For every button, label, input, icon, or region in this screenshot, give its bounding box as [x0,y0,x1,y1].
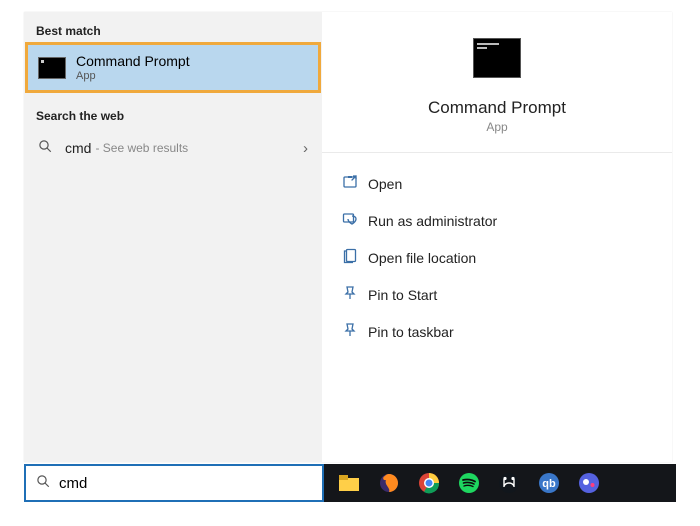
taskbar-qbittorrent-icon[interactable]: qb [538,472,560,494]
taskbar-spotify-icon[interactable] [458,472,480,494]
shield-admin-icon [342,211,368,230]
search-web-section-label: Search the web [24,105,322,127]
best-match-subtitle: App [76,70,190,82]
search-results-panel: Best match Command Prompt App Search the… [24,12,672,462]
preview-header: Command Prompt App [322,12,672,153]
preview-column: Command Prompt App Open Run as administr… [322,12,672,462]
web-result-row[interactable]: cmd - See web results › [24,127,322,169]
taskbar-app-icon[interactable] [498,472,520,494]
best-match-title: Command Prompt [76,53,190,70]
folder-icon [342,248,368,267]
action-run-as-admin[interactable]: Run as administrator [322,202,672,239]
pin-icon [342,285,368,304]
preview-actions: Open Run as administrator Open file loca… [322,153,672,362]
cmd-large-icon [473,38,521,78]
action-pin-taskbar[interactable]: Pin to taskbar [322,313,672,350]
action-pin-start-label: Pin to Start [368,287,437,303]
action-pin-start[interactable]: Pin to Start [322,276,672,313]
search-input[interactable] [59,475,312,492]
action-open-file-location-label: Open file location [368,250,476,266]
start-search-panel: Best match Command Prompt App Search the… [0,0,700,526]
cmd-icon [38,57,66,79]
action-open-file-location[interactable]: Open file location [322,239,672,276]
action-open-label: Open [368,176,402,192]
search-icon [36,474,51,492]
taskbar: qb [324,464,676,502]
best-match-section-label: Best match [24,20,322,42]
web-query-text: cmd [65,140,91,156]
results-left-column: Best match Command Prompt App Search the… [24,12,322,462]
best-match-item[interactable]: Command Prompt App [25,42,321,93]
action-pin-taskbar-label: Pin to taskbar [368,324,454,340]
preview-subtitle: App [322,120,672,134]
best-match-text: Command Prompt App [76,53,190,82]
preview-title: Command Prompt [322,98,672,118]
action-run-as-admin-label: Run as administrator [368,213,497,229]
pin-icon [342,322,368,341]
search-icon [38,139,53,157]
chevron-right-icon: › [303,140,308,157]
action-open[interactable]: Open [322,165,672,202]
taskbar-chrome-icon[interactable] [418,472,440,494]
svg-text:qb: qb [542,478,556,490]
taskbar-app2-icon[interactable] [578,472,600,494]
taskbar-search-box[interactable] [24,464,324,502]
taskbar-file-explorer-icon[interactable] [338,472,360,494]
web-suffix-text: - See web results [95,141,188,155]
taskbar-firefox-icon[interactable] [378,472,400,494]
open-icon [342,174,368,193]
